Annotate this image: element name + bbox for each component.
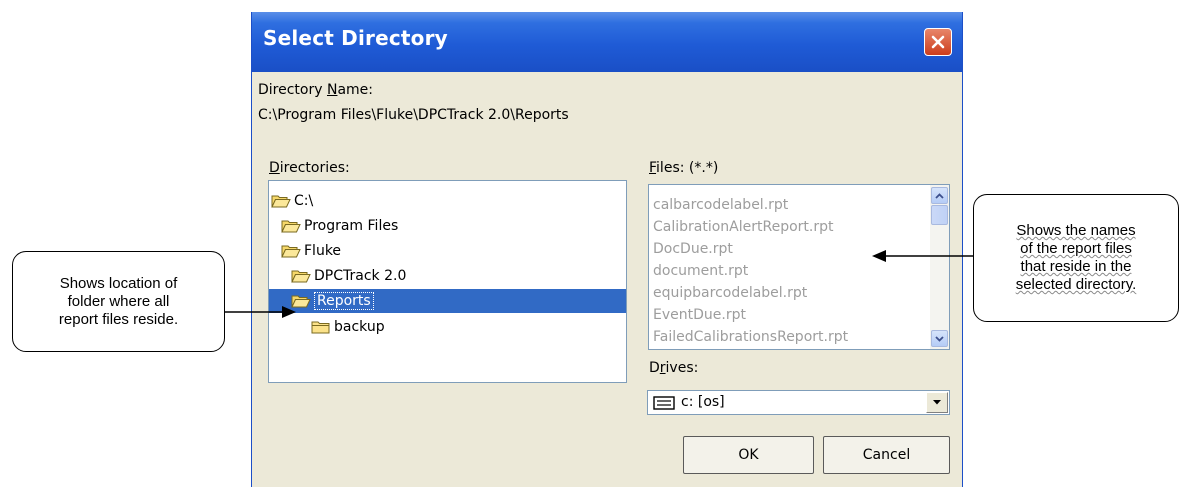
- callout-arrows: [225, 250, 973, 318]
- left-arrowhead: [282, 306, 296, 318]
- right-arrowhead: [872, 250, 886, 262]
